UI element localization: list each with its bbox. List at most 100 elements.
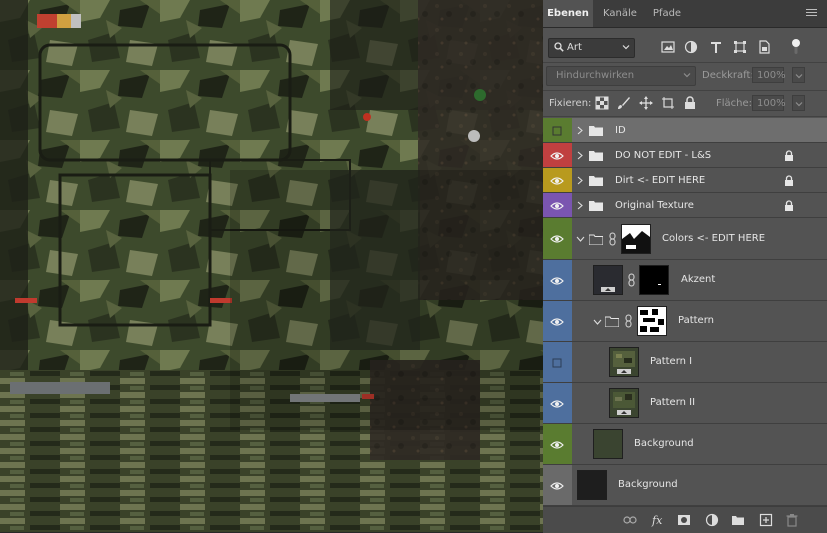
chevron-down-icon xyxy=(683,73,691,78)
layer-row[interactable]: Original Texture xyxy=(543,193,827,218)
layer-row[interactable]: Background xyxy=(543,465,827,506)
opacity-dropdown[interactable] xyxy=(792,67,805,83)
pattern-layer-thumbnail[interactable] xyxy=(609,388,639,418)
visibility-toggle[interactable] xyxy=(543,193,572,217)
layer-name: Pattern xyxy=(678,315,714,326)
eye-icon xyxy=(550,235,564,243)
layer-row[interactable]: ID xyxy=(543,118,827,143)
folder-icon xyxy=(589,234,603,245)
visibility-toggle[interactable] xyxy=(543,118,572,142)
fx-icon[interactable]: fx xyxy=(651,513,665,527)
delete-layer-icon[interactable] xyxy=(785,513,799,527)
visibility-toggle[interactable] xyxy=(543,383,572,423)
layers-footer: fx xyxy=(543,506,827,533)
lock-icon xyxy=(785,175,793,186)
layer-name: DO NOT EDIT - L&S xyxy=(615,150,712,161)
chevron-right-icon[interactable] xyxy=(577,201,583,210)
visibility-toggle[interactable] xyxy=(543,218,572,259)
new-group-icon[interactable] xyxy=(731,513,745,527)
fill-label: Fläche: xyxy=(716,98,753,109)
opacity-input[interactable]: 100% xyxy=(752,67,786,83)
filter-toggle-icon[interactable] xyxy=(791,38,801,56)
layer-row[interactable]: Pattern xyxy=(543,301,827,342)
chevron-right-icon[interactable] xyxy=(577,126,583,135)
separator xyxy=(543,116,827,117)
lock-position-icon[interactable] xyxy=(639,96,653,110)
eye-icon xyxy=(550,318,564,326)
fill-layer-thumbnail[interactable] xyxy=(577,470,607,500)
eye-icon xyxy=(550,202,564,210)
chevron-down-icon[interactable] xyxy=(576,236,585,242)
add-mask-icon[interactable] xyxy=(677,513,691,527)
chevron-right-icon[interactable] xyxy=(577,151,583,160)
visibility-toggle[interactable] xyxy=(543,465,572,505)
link-layers-icon[interactable] xyxy=(623,513,637,527)
tab-channels[interactable]: Kanäle xyxy=(595,0,645,27)
layer-name: Colors <- EDIT HERE xyxy=(662,233,766,244)
visibility-toggle[interactable] xyxy=(543,342,572,382)
new-layer-icon[interactable] xyxy=(759,513,773,527)
link-icon[interactable] xyxy=(628,273,635,287)
lock-label: Fixieren: xyxy=(549,98,592,109)
layer-row[interactable]: Pattern I xyxy=(543,342,827,383)
adjustment-layer-icon[interactable] xyxy=(705,513,719,527)
camo-texture-image xyxy=(0,0,543,532)
eye-icon xyxy=(550,152,564,160)
layer-name: Pattern II xyxy=(650,397,696,408)
image-filter-icon[interactable] xyxy=(661,40,675,54)
document-canvas[interactable] xyxy=(0,0,543,532)
visibility-toggle[interactable] xyxy=(543,424,572,464)
chevron-down-icon xyxy=(795,102,803,107)
layer-mask-thumbnail[interactable] xyxy=(621,224,651,254)
layer-kind-filter[interactable]: Art xyxy=(548,38,635,58)
layer-name: Dirt <- EDIT HERE xyxy=(615,175,706,186)
layer-name: Background xyxy=(634,438,694,449)
layer-mask-thumbnail[interactable] xyxy=(637,306,667,336)
panel-tab-bar: Ebenen Kanäle Pfade xyxy=(543,0,827,28)
layer-mask-thumbnail[interactable] xyxy=(639,265,669,295)
pattern-layer-thumbnail[interactable] xyxy=(609,347,639,377)
lock-all-icon[interactable] xyxy=(683,96,697,110)
layer-row[interactable]: Pattern II xyxy=(543,383,827,424)
visibility-toggle[interactable] xyxy=(543,260,572,300)
lock-transparent-pixels-icon[interactable] xyxy=(595,96,609,110)
layer-row[interactable]: Colors <- EDIT HERE xyxy=(543,218,827,260)
shape-filter-icon[interactable] xyxy=(733,40,747,54)
lock-artboard-icon[interactable] xyxy=(661,96,675,110)
svg-text:fx: fx xyxy=(651,514,663,527)
visibility-toggle[interactable] xyxy=(543,143,572,167)
fill-dropdown[interactable] xyxy=(792,95,805,111)
layer-row[interactable]: Background xyxy=(543,424,827,465)
visibility-toggle[interactable] xyxy=(543,301,572,341)
chevron-right-icon[interactable] xyxy=(577,176,583,185)
fill-layer-thumbnail[interactable] xyxy=(593,265,623,295)
layers-panel: Ebenen Kanäle Pfade Art Hindurchwirken D… xyxy=(543,0,827,533)
layer-row[interactable]: Akzent xyxy=(543,260,827,301)
type-filter-icon[interactable] xyxy=(709,40,723,54)
hidden-visibility-box-icon xyxy=(552,126,562,136)
lock-image-pixels-icon[interactable] xyxy=(617,96,631,110)
adjustment-filter-icon[interactable] xyxy=(684,40,698,54)
separator xyxy=(543,62,827,63)
panel-menu-icon[interactable] xyxy=(806,9,817,18)
chevron-down-icon[interactable] xyxy=(593,319,602,325)
link-icon[interactable] xyxy=(625,314,632,328)
layers-list: ID DO NOT EDIT - L&S Dirt <- EDIT HERE O… xyxy=(543,118,827,506)
eye-icon xyxy=(550,482,564,490)
fill-layer-thumbnail[interactable] xyxy=(593,429,623,459)
fill-input[interactable]: 100% xyxy=(752,95,786,111)
layer-row[interactable]: DO NOT EDIT - L&S xyxy=(543,143,827,168)
tab-paths[interactable]: Pfade xyxy=(645,0,689,27)
layer-row[interactable]: Dirt <- EDIT HERE xyxy=(543,168,827,193)
blend-mode-select[interactable]: Hindurchwirken xyxy=(546,66,696,86)
opacity-label: Deckkraft: xyxy=(702,70,754,81)
separator xyxy=(543,90,827,91)
eye-icon xyxy=(550,441,564,449)
smart-object-filter-icon[interactable] xyxy=(757,40,771,54)
visibility-toggle[interactable] xyxy=(543,168,572,192)
tab-layers[interactable]: Ebenen xyxy=(543,0,593,27)
search-icon xyxy=(554,42,564,52)
layer-name: Pattern I xyxy=(650,356,693,367)
link-icon[interactable] xyxy=(609,232,616,246)
folder-icon xyxy=(589,151,603,161)
